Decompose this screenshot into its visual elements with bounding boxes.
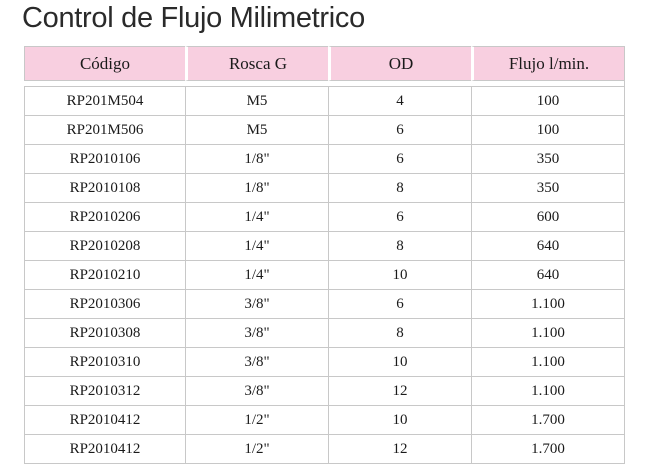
cell-od: 6 — [328, 203, 471, 232]
header-rosca: Rosca G — [185, 46, 328, 81]
cell-flujo: 350 — [471, 145, 625, 174]
table-row: RP2010412 1/2" 10 1.700 — [24, 406, 625, 435]
cell-rosca: 3/8" — [185, 348, 328, 377]
cell-codigo: RP2010206 — [24, 203, 185, 232]
page-title: Control de Flujo Milimetrico — [22, 2, 365, 34]
cell-od: 12 — [328, 377, 471, 406]
cell-codigo: RP2010208 — [24, 232, 185, 261]
cell-od: 6 — [328, 145, 471, 174]
cell-od: 4 — [328, 87, 471, 116]
cell-codigo: RP2010306 — [24, 290, 185, 319]
table-row: RP2010208 1/4" 8 640 — [24, 232, 625, 261]
cell-rosca: 1/4" — [185, 232, 328, 261]
cell-rosca: 3/8" — [185, 290, 328, 319]
table-row: RP2010312 3/8" 12 1.100 — [24, 377, 625, 406]
cell-codigo: RP201M504 — [24, 87, 185, 116]
cell-flujo: 100 — [471, 116, 625, 145]
table-body: RP201M504 M5 4 100 RP201M506 M5 6 100 RP2010106 1… — [24, 81, 625, 464]
cell-rosca: 1/4" — [185, 261, 328, 290]
cell-flujo: 350 — [471, 174, 625, 203]
cell-rosca: 3/8" — [185, 319, 328, 348]
cell-od: 10 — [328, 406, 471, 435]
table-header: Código Rosca G OD Flujo l/min. — [24, 46, 625, 81]
cell-od: 8 — [328, 232, 471, 261]
table-row: RP2010308 3/8" 8 1.100 — [24, 319, 625, 348]
header-flujo: Flujo l/min. — [471, 46, 625, 81]
cell-codigo: RP2010210 — [24, 261, 185, 290]
cell-od: 6 — [328, 290, 471, 319]
table-row: RP2010210 1/4" 10 640 — [24, 261, 625, 290]
table-row: RP2010106 1/8" 6 350 — [24, 145, 625, 174]
cell-rosca: 3/8" — [185, 377, 328, 406]
cell-flujo: 600 — [471, 203, 625, 232]
cell-codigo: RP2010312 — [24, 377, 185, 406]
cell-od: 8 — [328, 319, 471, 348]
header-od: OD — [328, 46, 471, 81]
cell-flujo: 640 — [471, 232, 625, 261]
cell-flujo: 100 — [471, 87, 625, 116]
header-codigo: Código — [24, 46, 185, 81]
cell-codigo: RP2010308 — [24, 319, 185, 348]
cell-od: 8 — [328, 174, 471, 203]
table-row: RP2010108 1/8" 8 350 — [24, 174, 625, 203]
cell-codigo: RP2010108 — [24, 174, 185, 203]
cell-flujo: 1.100 — [471, 348, 625, 377]
cell-rosca: 1/4" — [185, 203, 328, 232]
table-row: RP2010206 1/4" 6 600 — [24, 203, 625, 232]
cell-od: 6 — [328, 116, 471, 145]
cell-rosca: 1/2" — [185, 406, 328, 435]
table-row: RP201M506 M5 6 100 — [24, 116, 625, 145]
cell-codigo: RP2010412 — [24, 435, 185, 464]
cell-rosca: M5 — [185, 116, 328, 145]
cell-flujo: 1.700 — [471, 406, 625, 435]
flow-control-table: Código Rosca G OD Flujo l/min. RP201M504… — [24, 46, 625, 464]
cell-rosca: 1/8" — [185, 145, 328, 174]
cell-codigo: RP201M506 — [24, 116, 185, 145]
cell-od: 10 — [328, 261, 471, 290]
cell-flujo: 1.100 — [471, 290, 625, 319]
table-row: RP2010310 3/8" 10 1.100 — [24, 348, 625, 377]
flow-control-table-container: Código Rosca G OD Flujo l/min. RP201M504… — [24, 46, 625, 464]
table-row: RP2010412 1/2" 12 1.700 — [24, 435, 625, 464]
cell-codigo: RP2010412 — [24, 406, 185, 435]
cell-od: 10 — [328, 348, 471, 377]
table-row: RP201M504 M5 4 100 — [24, 87, 625, 116]
cell-rosca: 1/2" — [185, 435, 328, 464]
header-row: Código Rosca G OD Flujo l/min. — [24, 46, 625, 81]
cell-rosca: M5 — [185, 87, 328, 116]
cell-flujo: 640 — [471, 261, 625, 290]
cell-flujo: 1.700 — [471, 435, 625, 464]
table-row: RP2010306 3/8" 6 1.100 — [24, 290, 625, 319]
cell-od: 12 — [328, 435, 471, 464]
cell-rosca: 1/8" — [185, 174, 328, 203]
cell-flujo: 1.100 — [471, 377, 625, 406]
cell-codigo: RP2010106 — [24, 145, 185, 174]
cell-flujo: 1.100 — [471, 319, 625, 348]
cell-codigo: RP2010310 — [24, 348, 185, 377]
